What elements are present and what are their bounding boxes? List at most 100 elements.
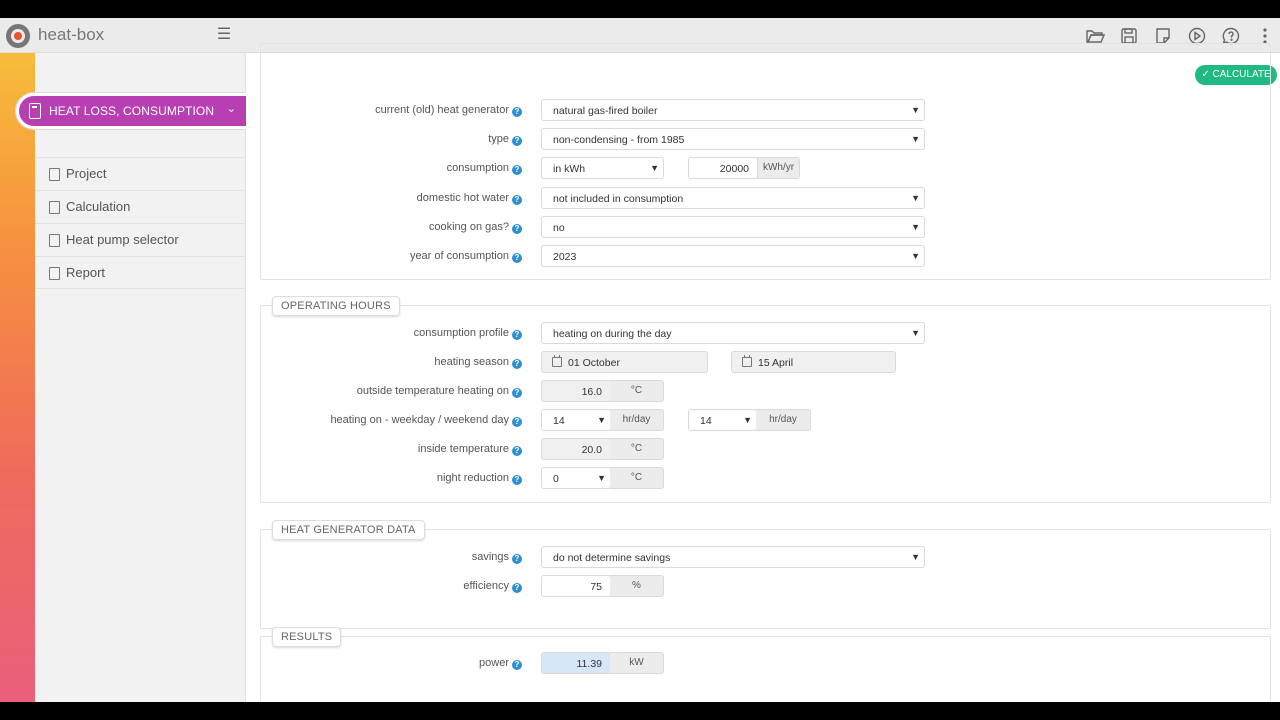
chevron-down-icon: ▼ — [911, 552, 920, 562]
night-reduction-unit: °C — [610, 467, 664, 489]
help-icon[interactable]: ? — [512, 253, 522, 263]
efficiency-input[interactable]: 75 — [541, 575, 611, 597]
chevron-down-icon: ▼ — [911, 251, 920, 261]
efficiency-label: efficiency — [463, 580, 509, 592]
generator-select[interactable]: natural gas-fired boiler ▼ — [541, 99, 925, 121]
weekday-hours-unit: hr/day — [610, 409, 664, 431]
sidebar-item-report[interactable]: Report — [35, 256, 246, 289]
chevron-down-icon[interactable]: ⌄ — [227, 102, 236, 115]
help-icon[interactable]: ? — [512, 195, 522, 205]
type-value: non-condensing - from 1985 — [553, 134, 685, 146]
profile-value: heating on during the day — [553, 328, 672, 340]
efficiency-unit: % — [610, 575, 664, 597]
outside-temp-row: outside temperature heating on? 16.0 °C — [246, 380, 1280, 402]
sidebar-item-label: Report — [66, 265, 106, 280]
cooking-value: no — [553, 222, 565, 234]
savings-select[interactable]: do not determine savings ▼ — [541, 546, 925, 568]
results-title: RESULTS — [272, 627, 342, 647]
calculator-icon — [49, 201, 60, 214]
type-select[interactable]: non-condensing - from 1985 ▼ — [541, 128, 925, 150]
sidebar-active-label: HEAT LOSS, CONSUMPTION — [49, 104, 215, 118]
weekend-hours-value: 14 — [700, 415, 712, 427]
weekday-hours-value: 14 — [553, 415, 565, 427]
sidebar-item-heat-pump-selector[interactable]: Heat pump selector — [35, 223, 246, 256]
sidebar-item-label: Heat pump selector — [66, 232, 179, 247]
app-window: heat-box ☰ HEAT LOSS, CONSUMPTION ⌄ Proj… — [0, 18, 1280, 702]
generator-data-title: HEAT GENERATOR DATA — [272, 520, 425, 540]
weekend-hours-select[interactable]: 14 ▼ — [688, 409, 757, 431]
dhw-row: domestic hot water? not included in cons… — [246, 187, 1280, 209]
help-icon[interactable]: ? — [512, 583, 522, 593]
outside-temp-unit: °C — [610, 380, 664, 402]
generator-value: natural gas-fired boiler — [553, 105, 658, 117]
power-output: 11.39 — [541, 652, 611, 674]
heat-box-logo-icon — [6, 24, 30, 48]
consumption-unit: kWh/yr — [757, 157, 800, 179]
dhw-value: not included in consumption — [553, 193, 684, 205]
type-label: type — [488, 133, 509, 145]
chevron-down-icon: ▼ — [597, 415, 606, 425]
season-start-date[interactable]: 01 October — [541, 351, 708, 373]
sidebar-item-heat-loss-consumption[interactable]: HEAT LOSS, CONSUMPTION ⌄ — [19, 96, 246, 126]
consumption-input[interactable]: 20000 — [688, 157, 758, 179]
outside-temp-input[interactable]: 16.0 — [541, 380, 611, 402]
weekday-hours-select[interactable]: 14 ▼ — [541, 409, 611, 431]
document-icon — [49, 267, 60, 280]
cooking-select[interactable]: no ▼ — [541, 216, 925, 238]
profile-select[interactable]: heating on during the day ▼ — [541, 322, 925, 344]
weekend-hours-unit: hr/day — [756, 409, 811, 431]
app-name: heat-box — [38, 25, 105, 44]
outside-temp-label: outside temperature heating on — [356, 385, 509, 397]
cooking-label: cooking on gas? — [428, 221, 509, 233]
help-icon[interactable]: ? — [512, 165, 522, 175]
inside-temp-unit: °C — [610, 438, 664, 460]
calculator-icon — [29, 103, 41, 119]
chevron-down-icon: ▼ — [911, 193, 920, 203]
savings-value: do not determine savings — [553, 552, 671, 564]
heating-on-label: heating on - weekday / weekend day — [330, 414, 509, 426]
calendar-icon — [552, 355, 562, 367]
help-icon[interactable]: ? — [512, 224, 522, 234]
selector-icon — [49, 234, 60, 247]
hamburger-icon[interactable]: ☰ — [215, 26, 233, 44]
year-row: year of consumption? 2023 ▼ — [246, 245, 1280, 267]
help-icon[interactable]: ? — [512, 107, 522, 117]
help-icon[interactable]: ? — [512, 475, 522, 485]
help-icon[interactable]: ? — [512, 554, 522, 564]
power-unit: kW — [610, 652, 664, 674]
year-select[interactable]: 2023 ▼ — [541, 245, 925, 267]
sidebar-item-label: Project — [66, 166, 107, 181]
sidebar-item-project[interactable]: Project — [35, 157, 246, 190]
season-end-date[interactable]: 15 April — [731, 351, 896, 373]
consumption-mode-select[interactable]: in kWh ▼ — [541, 157, 664, 179]
season-to-value: 15 April — [758, 357, 794, 369]
main-content: ✓ CALCULATE current (old) heat generator… — [246, 43, 1280, 702]
help-icon[interactable]: ? — [512, 330, 522, 340]
help-icon[interactable]: ? — [512, 359, 522, 369]
sidebar: HEAT LOSS, CONSUMPTION ⌄ Project Calcula… — [19, 53, 246, 702]
sidebar-item-calculation[interactable]: Calculation — [35, 190, 246, 223]
type-row: type? non-condensing - from 1985 ▼ — [246, 128, 1280, 150]
night-reduction-label: night reduction — [436, 472, 509, 484]
help-icon[interactable]: ? — [512, 417, 522, 427]
sidebar-item-label: Calculation — [66, 199, 131, 214]
help-icon[interactable]: ? — [512, 388, 522, 398]
cooking-row: cooking on gas?? no ▼ — [246, 216, 1280, 238]
operating-hours-title: OPERATING HOURS — [272, 296, 400, 316]
chevron-down-icon: ▼ — [597, 473, 606, 483]
season-row: heating season? 01 October 15 April — [246, 351, 1280, 373]
chevron-down-icon: ▼ — [911, 105, 920, 115]
night-reduction-select[interactable]: 0 ▼ — [541, 467, 611, 489]
inside-temp-input[interactable]: 20.0 — [541, 438, 611, 460]
help-icon[interactable]: ? — [512, 136, 522, 146]
efficiency-row: efficiency? 75 % — [246, 575, 1280, 597]
savings-row: savings? do not determine savings ▼ — [246, 546, 1280, 568]
heating-on-row: heating on - weekday / weekend day? 14 ▼ … — [246, 409, 1280, 431]
year-value: 2023 — [553, 251, 577, 263]
help-icon[interactable]: ? — [512, 446, 522, 456]
dhw-select[interactable]: not included in consumption ▼ — [541, 187, 925, 209]
chevron-down-icon: ▼ — [911, 222, 920, 232]
help-icon[interactable]: ? — [512, 660, 522, 670]
calendar-icon — [742, 355, 752, 367]
profile-label: consumption profile — [413, 327, 509, 339]
